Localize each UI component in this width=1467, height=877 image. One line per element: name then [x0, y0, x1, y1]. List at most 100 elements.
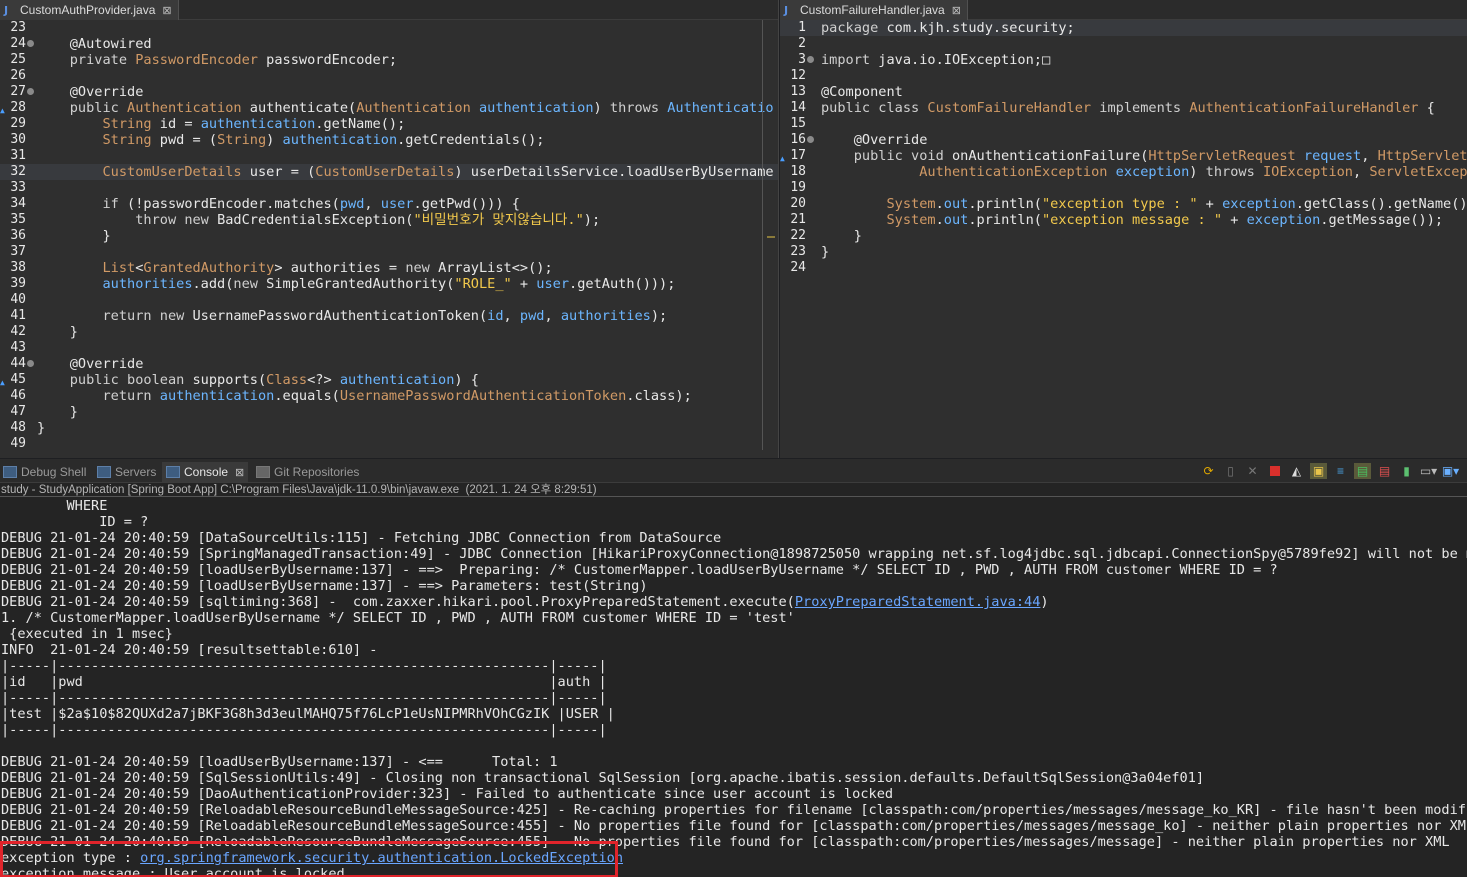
code-line[interactable]: 36 }	[0, 228, 778, 244]
tab-git-repositories[interactable]: Git Repositories	[256, 462, 359, 482]
line-number: 15	[790, 116, 806, 131]
code-line[interactable]: 27 @Override	[0, 84, 778, 100]
code-line[interactable]: 23}	[780, 244, 1467, 260]
code-line[interactable]: 29 String id = authentication.getName();	[0, 116, 778, 132]
code-line[interactable]: 25 private PasswordEncoder passwordEncod…	[0, 52, 778, 68]
code-line[interactable]: 19	[780, 180, 1467, 196]
code-line[interactable]: 39 authorities.add(new SimpleGrantedAuth…	[0, 276, 778, 292]
code-token: pwd	[339, 196, 365, 212]
open-console-icon[interactable]: ▣▾	[1442, 463, 1459, 479]
code-line[interactable]: 45 ▲ public boolean supports(Class<?> aut…	[0, 372, 778, 388]
word-wrap-icon[interactable]: ≡	[1332, 463, 1349, 479]
overview-ruler-mark[interactable]	[767, 236, 775, 238]
console-output[interactable]: WHERE ID = ? DEBUG 21-01-24 20:40:59 [Dat…	[0, 498, 1467, 877]
close-icon[interactable]: ⊠	[235, 466, 244, 479]
clear-console-icon[interactable]: ◭	[1288, 463, 1305, 479]
code-line[interactable]: 24	[780, 260, 1467, 276]
code-token: CustomUserDetails	[315, 164, 455, 180]
code-line[interactable]: 12	[780, 68, 1467, 84]
fold-icon[interactable]	[27, 360, 34, 367]
code-token: java.io.IOException;□	[878, 52, 1051, 68]
tab-debug-shell[interactable]: Debug Shell	[3, 462, 86, 482]
console-link[interactable]: ProxyPreparedStatement.java:44	[795, 594, 1041, 610]
remove-launch-icon[interactable]: ▯	[1222, 463, 1239, 479]
line-number: 1	[798, 20, 806, 35]
code-line[interactable]: 2	[780, 36, 1467, 52]
close-icon[interactable]: ⊠	[162, 4, 171, 17]
close-icon[interactable]: ⊠	[952, 4, 961, 17]
line-number: 23	[790, 244, 806, 259]
code-line[interactable]: 38 List<GrantedAuthority> authorities = …	[0, 260, 778, 276]
code-line[interactable]: 48}	[0, 420, 778, 436]
tab-console[interactable]: Console ⊠	[162, 462, 249, 482]
code-token: public class	[821, 100, 928, 116]
code-line[interactable]: 13 @Component	[780, 84, 1467, 100]
code-line[interactable]: 1 package com.kjh.study.security;	[780, 20, 1467, 36]
code-token: .getAuth()));	[569, 276, 676, 292]
code-line[interactable]: 47 }	[0, 404, 778, 420]
editor-tab[interactable]: J CustomAuthProvider.java ⊠	[0, 0, 179, 20]
show-on-stdout-icon[interactable]: ▤	[1354, 463, 1371, 479]
terminate-icon[interactable]	[1266, 463, 1283, 479]
code-line[interactable]: 24 @Autowired	[0, 36, 778, 52]
relaunch-icon[interactable]: ⟳	[1200, 463, 1217, 479]
code-line[interactable]: 31	[0, 148, 778, 164]
scroll-lock-icon[interactable]: ▣	[1310, 463, 1327, 479]
code-line[interactable]: 3 import java.io.IOException;□	[780, 52, 1467, 68]
code-line[interactable]: 41 return new UsernamePasswordAuthentica…	[0, 308, 778, 324]
code-token: "exception message : "	[1042, 212, 1223, 228]
code-line[interactable]: 42 }	[0, 324, 778, 340]
code-line[interactable]: 32 CustomUserDetails user = (CustomUserD…	[0, 164, 778, 180]
code-line[interactable]: 35 throw new BadCredentialsException("비밀…	[0, 212, 778, 228]
fold-icon[interactable]	[807, 56, 814, 63]
code-line[interactable]: 23	[0, 20, 778, 36]
code-line[interactable]: 22 }	[780, 228, 1467, 244]
code-line[interactable]: 49	[0, 436, 778, 452]
code-line[interactable]: 20 System.out.println("exception type : …	[780, 196, 1467, 212]
code-line[interactable]: 46 return authentication.equals(Username…	[0, 388, 778, 404]
display-console-icon[interactable]: ▭▾	[1420, 463, 1437, 479]
console-toolbar: ⟳ ▯ ✕ ◭ ▣ ≡ ▤ ▤ ▮ ▭▾ ▣▾	[1200, 462, 1459, 480]
code-text: public boolean supports(Class<?> authent…	[37, 372, 778, 388]
code-line[interactable]: 21 System.out.println("exception message…	[780, 212, 1467, 228]
code-token: out	[943, 196, 969, 212]
console-text: DEBUG 21-01-24 20:40:59 [ReloadableResou…	[1, 802, 1467, 818]
code-line[interactable]: 37	[0, 244, 778, 260]
code-line[interactable]: 26	[0, 68, 778, 84]
line-number: 36	[10, 228, 26, 243]
code-line[interactable]: 30 String pwd = (String) authentication.…	[0, 132, 778, 148]
code-line[interactable]: 44 @Override	[0, 356, 778, 372]
fold-icon[interactable]	[807, 136, 814, 143]
code-line[interactable]: 40	[0, 292, 778, 308]
tab-servers[interactable]: Servers	[97, 462, 156, 482]
code-token: passwordEncoder;	[257, 52, 398, 68]
code-area[interactable]: 1 package com.kjh.study.security; 2 3 import…	[780, 20, 1467, 458]
line-number: 25	[10, 52, 26, 67]
code-text: }	[37, 404, 778, 420]
console-text: )	[1040, 594, 1049, 610]
code-area[interactable]: 23 24 @Autowired 25 private PasswordEncode…	[0, 20, 778, 458]
pin-console-icon[interactable]: ▮	[1398, 463, 1415, 479]
console-text: DEBUG 21-01-24 20:40:59 [SpringManagedTr…	[1, 546, 1467, 562]
code-line[interactable]: 34 if (!passwordEncoder.matches(pwd, use…	[0, 196, 778, 212]
editor-tab[interactable]: J CustomFailureHandler.java ⊠	[780, 0, 968, 20]
show-on-stderr-icon[interactable]: ▤	[1376, 463, 1393, 479]
left-editor[interactable]: J CustomAuthProvider.java ⊠ 23 24 @Autowi…	[0, 0, 779, 458]
code-line[interactable]: 28 ▲ public Authentication authenticate(A…	[0, 100, 778, 116]
code-line[interactable]: 18 AuthenticationException exception) th…	[780, 164, 1467, 180]
remove-all-icon[interactable]: ✕	[1244, 463, 1261, 479]
code-line[interactable]: 43	[0, 340, 778, 356]
code-line[interactable]: 33	[0, 180, 778, 196]
code-line[interactable]: 14 public class CustomFailureHandler impl…	[780, 100, 1467, 116]
right-editor[interactable]: J CustomFailureHandler.java ⊠ 1 package c…	[780, 0, 1467, 458]
code-token: AuthenticationException	[821, 164, 1108, 180]
code-line[interactable]: 16 @Override	[780, 132, 1467, 148]
code-line[interactable]: 15	[780, 116, 1467, 132]
code-line[interactable]: 17 ▲ public void onAuthenticationFailure(…	[780, 148, 1467, 164]
code-token: authentication	[470, 100, 594, 116]
console-line: DEBUG 21-01-24 20:40:59 [sqltiming:368] …	[1, 594, 1467, 610]
code-token: List	[37, 260, 136, 276]
fold-icon[interactable]	[27, 40, 34, 47]
fold-icon[interactable]	[27, 88, 34, 95]
line-number: 22	[790, 228, 806, 243]
